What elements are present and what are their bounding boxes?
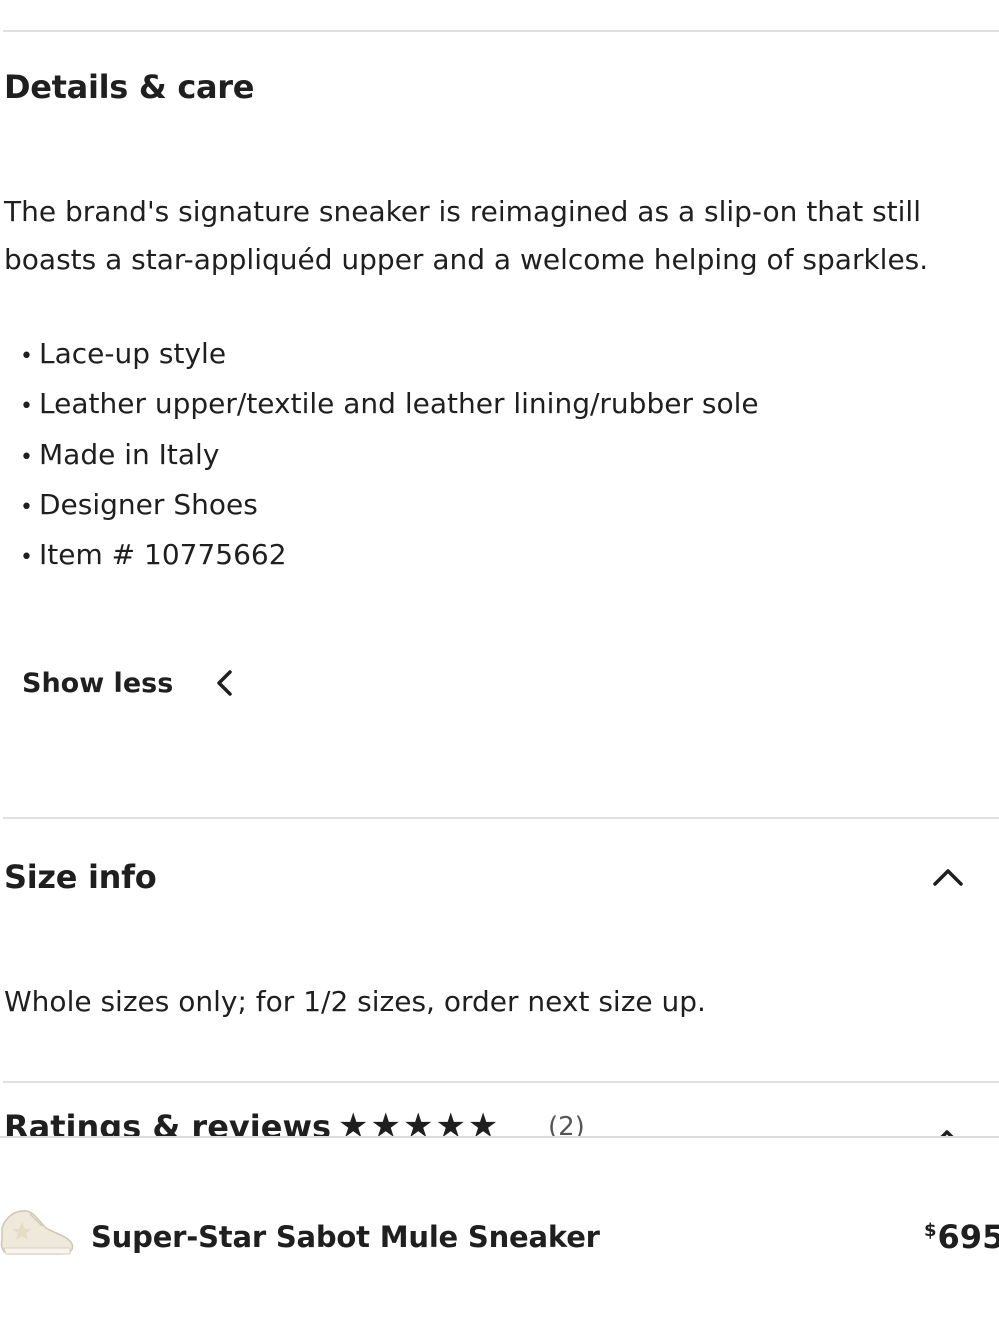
bullet-text: Made in Italy [39,437,220,471]
details-care-heading[interactable]: Details & care [4,68,254,106]
details-bullet-list: • Lace-up style • Leather upper/textile an… [20,330,759,581]
chevron-up-icon[interactable] [928,858,968,894]
bullet-icon: • [20,494,33,520]
bullet-icon: • [20,344,33,369]
size-info-text: Whole sizes only; for 1/2 sizes, order n… [4,985,706,1018]
bullet-text: Lace-up style [39,337,227,370]
list-item: • Leather upper/textile and leather linin… [20,380,759,430]
product-description: The brand's signature sneaker is reimagi… [4,195,929,276]
bullet-icon: • [20,545,33,571]
review-count: (2) [548,1112,585,1136]
bullet-text: Item # 10775662 [39,538,287,572]
section-divider [3,817,999,819]
ratings-heading: Ratings & reviews [4,1108,332,1136]
section-divider [3,1081,999,1083]
star-rating: ★★★★★ [338,1106,501,1136]
sticky-product-bar: Super-Star Sabot Mule Sneaker $695 [0,1136,999,1335]
top-divider [3,30,999,32]
product-price: $695 [924,1218,999,1256]
size-info-heading[interactable]: Size info [4,858,157,896]
chevron-left-icon [217,670,233,696]
price-value: 695 [937,1218,999,1256]
list-item: • Item # 10775662 [20,531,759,581]
show-less-label: Show less [22,667,174,699]
product-name[interactable]: Super-Star Sabot Mule Sneaker [91,1220,600,1254]
currency-symbol: $ [924,1220,937,1241]
bullet-text: Leather upper/textile and leather lining… [39,387,759,421]
chevron-up-icon[interactable] [935,1124,959,1136]
show-less-button[interactable]: Show less [22,660,241,706]
list-item: • Designer Shoes [20,481,759,531]
bullet-text: Designer Shoes [39,487,258,521]
list-item: • Lace-up style [20,330,759,380]
list-item: • Made in Italy [20,431,759,481]
ratings-reviews-header[interactable]: Ratings & reviews ★★★★★ (2) [0,1084,999,1136]
bullet-icon: • [20,444,33,470]
bullet-icon: • [20,394,33,420]
sneaker-thumbnail[interactable] [0,1198,74,1262]
